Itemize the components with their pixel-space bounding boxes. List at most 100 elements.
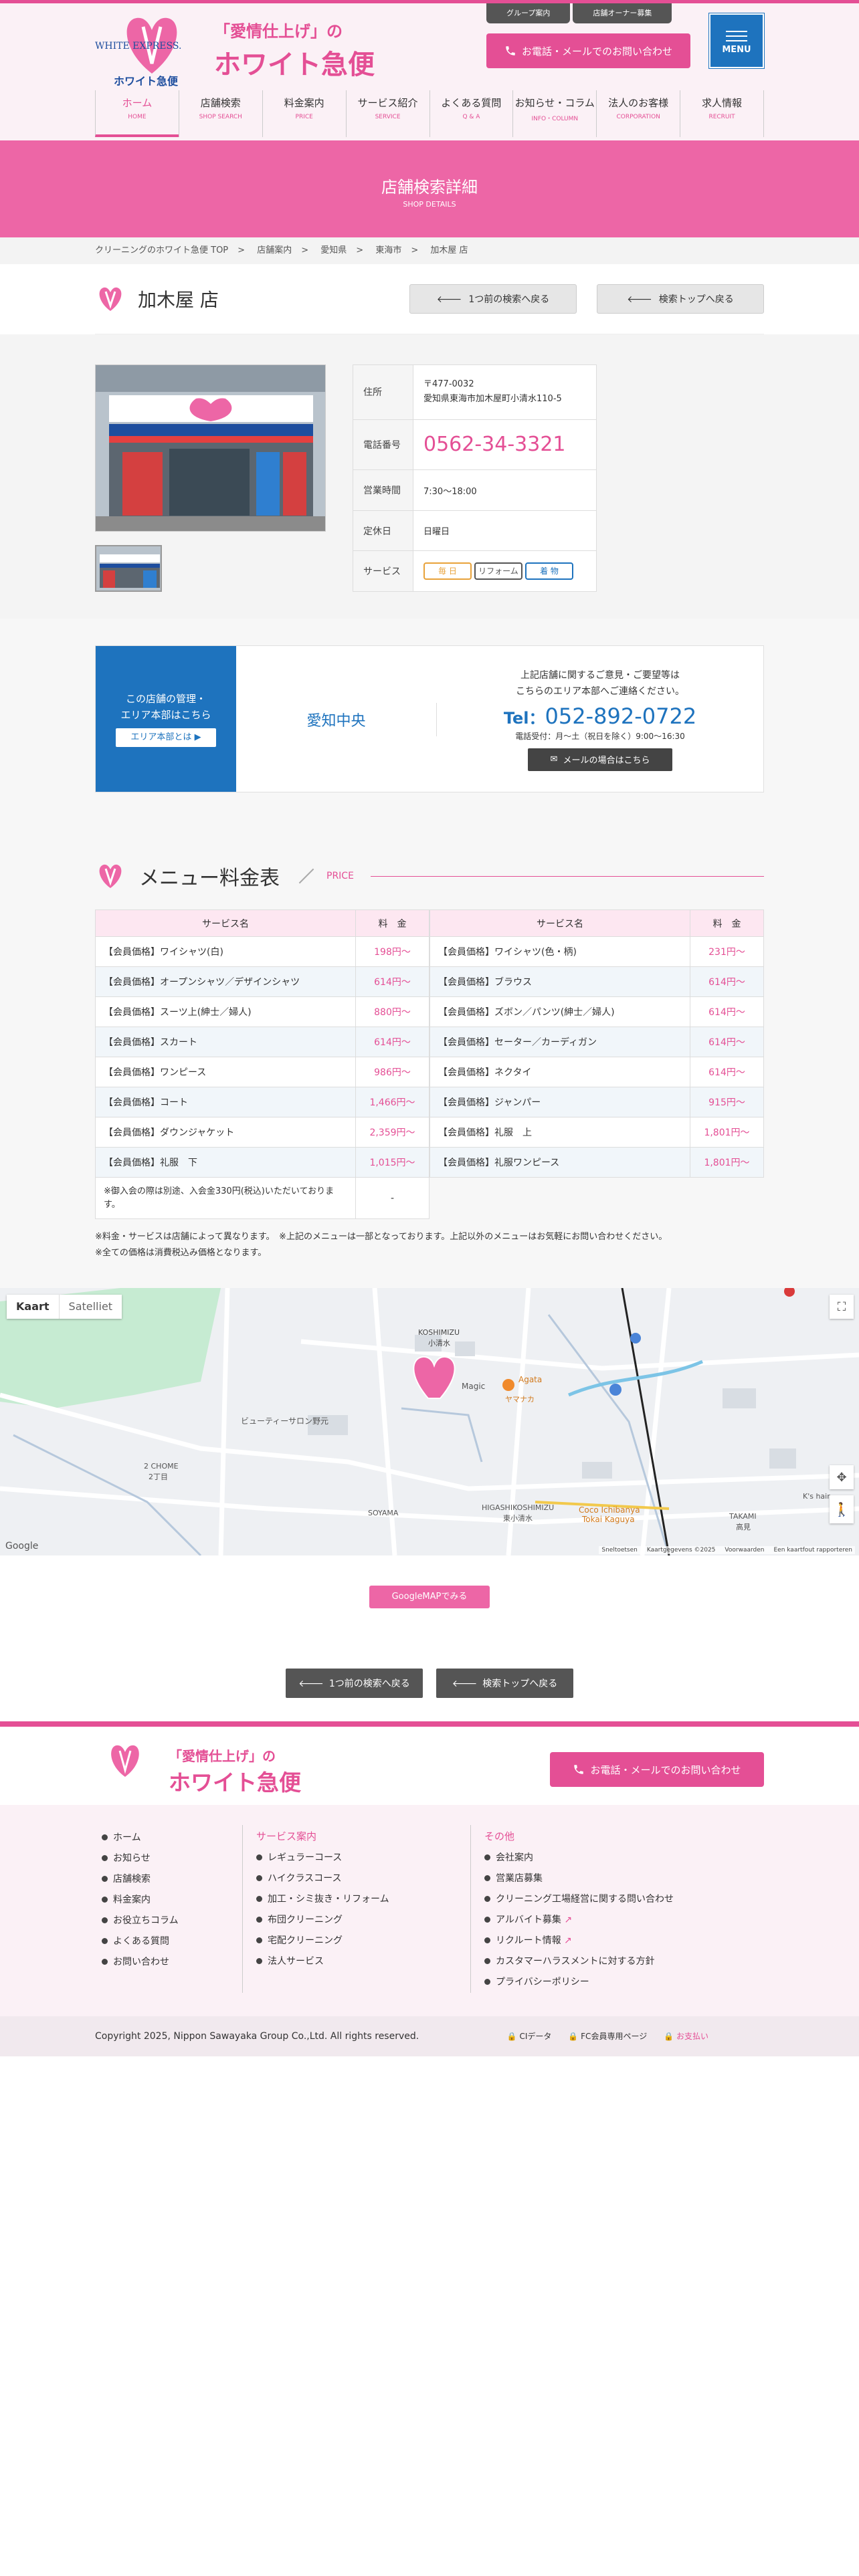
- map-tab-satellite[interactable]: Satelliet: [58, 1295, 122, 1319]
- footer-link[interactable]: カスタマーハラスメントに対する方針: [484, 1951, 752, 1972]
- map-label: 2丁目: [149, 1473, 168, 1481]
- contact-button[interactable]: お電話・メールでのお問い合わせ: [486, 33, 690, 68]
- map-label: SOYAMA: [368, 1509, 399, 1517]
- footer-links: ホーム お知らせ 店舗検索 料金案内 お役立ちコラム よくある質問 お問い合わせ…: [0, 1805, 859, 2016]
- map-tab-map[interactable]: Kaart: [7, 1295, 59, 1319]
- menu-button[interactable]: MENU: [708, 13, 765, 69]
- price-item-price: 915円〜: [690, 1087, 764, 1117]
- store-address: 愛知県東海市加木屋町小清水110-5: [423, 394, 562, 405]
- ci-data-link[interactable]: 🔒 CIデータ: [507, 2016, 552, 2056]
- pegman-icon[interactable]: 🚶: [830, 1495, 854, 1523]
- footer-link[interactable]: よくある質問: [102, 1931, 229, 1952]
- fullscreen-icon[interactable]: ⛶: [830, 1295, 854, 1319]
- store-photo: [95, 364, 326, 532]
- price-item-price: 1,801円〜: [690, 1117, 764, 1148]
- footer-link[interactable]: ホーム: [102, 1828, 229, 1848]
- footer-link[interactable]: 加工・シミ抜き・リフォーム: [256, 1889, 457, 1910]
- group-link[interactable]: グループ案内: [486, 3, 571, 23]
- owner-recruit-link[interactable]: 店舗オーナー募集: [573, 3, 672, 23]
- breadcrumb-store-guide[interactable]: 店舗案内: [257, 245, 292, 255]
- nav-item-recruit[interactable]: 求人情報 RECRUIT: [680, 90, 764, 137]
- breadcrumb: クリーニングのホワイト急便 TOP > 店舗案内 > 愛知県 > 東海市 > 加木屋 店: [0, 237, 859, 264]
- footer-contact-button[interactable]: お電話・メールでのお問い合わせ: [550, 1752, 764, 1787]
- footer-link[interactable]: お知らせ: [102, 1848, 229, 1869]
- area-hq-about-button[interactable]: エリア本部とは ▶: [116, 728, 216, 747]
- map-label: 東小清水: [503, 1514, 533, 1523]
- store-map[interactable]: Kaart Satelliet KOSHIMIZU 小清水 Magic ビューテ…: [0, 1288, 859, 1555]
- footer-link[interactable]: 営業店募集: [484, 1868, 752, 1889]
- store-info-table: 住所 〒477-0032 愛知県東海市加木屋町小清水110-5 電話番号 0562…: [353, 364, 597, 592]
- store-phone[interactable]: 0562-34-3321: [423, 433, 566, 456]
- back-to-previous-search-button[interactable]: 🡐 1つ前の検索へ戻る: [409, 284, 577, 314]
- footer-link[interactable]: 布団クリーニング: [256, 1910, 457, 1931]
- footer-link[interactable]: レギュラーコース: [256, 1848, 457, 1868]
- store-heading: 加木屋 店 🡐 1つ前の検索へ戻る 🡐 検索トップへ戻る: [95, 264, 764, 334]
- external-link-icon: ↗: [564, 1935, 572, 1946]
- footer-link[interactable]: ハイクラスコース: [256, 1868, 457, 1889]
- price-item-name: 【会員価格】礼服 下: [95, 1147, 356, 1178]
- site-logo[interactable]: WHITE EXPRESS. ホワイト急便: [95, 10, 209, 90]
- footer-link[interactable]: 店舗検索: [102, 1869, 229, 1890]
- footer-link[interactable]: クリーニング工場経営に関する問い合わせ: [484, 1889, 752, 1910]
- footer-link[interactable]: プライバシーポリシー: [484, 1972, 752, 1993]
- area-management-section: この店舗の管理・ エリア本部はこちら エリア本部とは ▶ 愛知中央 上記店舗に関…: [0, 619, 859, 819]
- phone-icon: [574, 1765, 584, 1774]
- lock-icon: 🔒: [664, 2032, 674, 2041]
- price-item-name: 【会員価格】スカート: [95, 1027, 356, 1057]
- nav-item-corporation[interactable]: 法人のお客様 CORPORATION: [596, 90, 680, 137]
- map-type-toggle: Kaart Satelliet: [7, 1295, 122, 1319]
- breadcrumb-top[interactable]: クリーニングのホワイト急便 TOP: [95, 245, 228, 255]
- menu-button-label: MENU: [722, 44, 751, 55]
- fc-member-link[interactable]: 🔒 FC会員専用ページ: [568, 2016, 647, 2056]
- area-mail-button[interactable]: ✉ メールの場合はこちら: [528, 748, 672, 771]
- nav-item-home[interactable]: ホーム HOME: [95, 90, 179, 137]
- price-item-price: 1,801円〜: [690, 1147, 764, 1178]
- store-postal: 〒477-0032: [423, 379, 474, 390]
- footer-link[interactable]: お問い合わせ: [102, 1952, 229, 1973]
- map-attribution: Sneltoetsen Kaartgegevens ©2025 Voorwaarde…: [599, 1546, 855, 1554]
- bottom-search-top-button[interactable]: 🡐 検索トップへ戻る: [436, 1669, 573, 1698]
- price-item-name: 【会員価格】ワイシャツ(色・柄): [430, 936, 690, 967]
- footer-col-other: その他 会社案内 営業店募集 クリーニング工場経営に関する問い合わせ アルバイト…: [484, 1825, 752, 1993]
- footer-logo[interactable]: [95, 1740, 155, 1787]
- price-notes: ※料金・サービスは店舗によって異なります。 ※上記のメニューは一部となっておりま…: [95, 1232, 668, 1258]
- copyright-text: Copyright 2025, Nippon Sawayaka Group Co…: [95, 2031, 419, 2042]
- breadcrumb-prefecture[interactable]: 愛知県: [320, 245, 347, 255]
- footer-col-service: サービス案内 レギュラーコース ハイクラスコース 加工・シミ抜き・リフォーム 布…: [256, 1825, 457, 1993]
- map-label: 2 CHOME: [144, 1462, 179, 1471]
- footer-link[interactable]: アルバイト募集 ↗: [484, 1910, 752, 1931]
- tagline-line1: 「愛情仕上げ」の: [214, 22, 343, 41]
- service-label: サービス: [353, 550, 413, 592]
- map-camera-control-icon[interactable]: ✥: [830, 1465, 854, 1489]
- payment-link[interactable]: 🔒 お支払い: [664, 2016, 708, 2056]
- nav-item-info-column[interactable]: お知らせ・コラム INFO・COLUMN: [512, 90, 596, 137]
- hours-label: 営業時間: [353, 469, 413, 511]
- nav-item-shop-search[interactable]: 店舗検索 SHOP SEARCH: [178, 90, 262, 137]
- back-to-search-top-button[interactable]: 🡐 検索トップへ戻る: [597, 284, 764, 314]
- footer-link[interactable]: 宅配クリーニング: [256, 1931, 457, 1951]
- nav-item-service[interactable]: サービス紹介 SERVICE: [345, 90, 430, 137]
- nav-item-qa[interactable]: よくある質問 Q & A: [429, 90, 513, 137]
- nav-item-price[interactable]: 料金案内 PRICE: [262, 90, 346, 137]
- map-label: ヤマナカ: [505, 1395, 535, 1404]
- google-logo: Google: [5, 1541, 39, 1551]
- breadcrumb-city[interactable]: 東海市: [375, 245, 401, 255]
- area-tel[interactable]: Tel：052-892-0722: [504, 704, 696, 729]
- footer-link[interactable]: お役立ちコラム: [102, 1911, 229, 1931]
- price-table-right: サービス名料 金 【会員価格】ワイシャツ(色・柄) 231円〜 【会員価格】ブラウ…: [430, 909, 764, 1178]
- svg-text:ホワイト急便: ホワイト急便: [114, 75, 179, 88]
- map-label: HIGASHIKOSHIMIZU: [482, 1503, 555, 1512]
- mail-icon: ✉: [550, 754, 558, 764]
- footer-link[interactable]: 会社案内: [484, 1848, 752, 1868]
- footer-link[interactable]: リクルート情報 ↗: [484, 1931, 752, 1951]
- open-google-map-button[interactable]: GoogleMAPでみる: [369, 1586, 490, 1608]
- footer-tagline: 「愛情仕上げ」の ホワイト急便: [169, 1748, 301, 1796]
- footer-link[interactable]: 料金案内: [102, 1890, 229, 1911]
- group-links: グループ案内 店舗オーナー募集: [486, 3, 674, 23]
- bottom-back-button[interactable]: 🡐 1つ前の検索へ戻る: [286, 1669, 423, 1698]
- lock-icon: 🔒: [506, 2032, 517, 2041]
- store-photo-thumbnail[interactable]: [95, 545, 162, 592]
- address-label: 住所: [353, 364, 413, 420]
- map-label: KOSHIMIZU: [418, 1328, 460, 1337]
- footer-link[interactable]: 法人サービス: [256, 1951, 457, 1972]
